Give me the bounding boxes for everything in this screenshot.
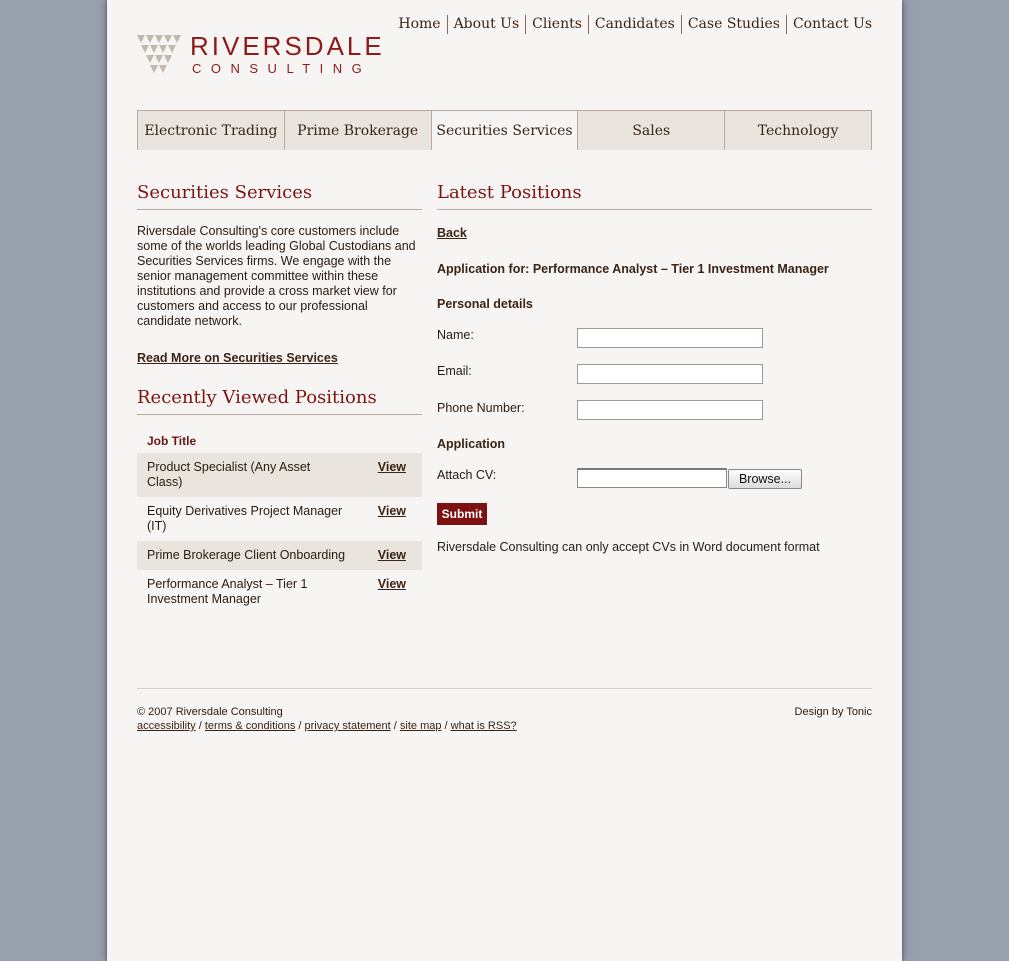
brand-subtitle: CONSULTING	[192, 61, 372, 76]
rss-link[interactable]: what is RSS?	[451, 720, 517, 732]
attach-cv-label: Attach CV:	[437, 468, 497, 482]
page-container: Home About Us Clients Candidates Case St…	[107, 0, 902, 961]
name-field[interactable]	[577, 328, 763, 348]
design-credit: Design by Tonic	[794, 706, 872, 718]
recent-positions-title: Recently Viewed Positions	[137, 387, 377, 408]
terms-link[interactable]: terms & conditions	[205, 720, 295, 732]
section-tabs: Electronic Trading Prime Brokerage Secur…	[137, 110, 872, 150]
browse-button[interactable]: Browse...	[728, 469, 802, 489]
view-link[interactable]: View	[378, 577, 406, 591]
tab-securities-services[interactable]: Securities Services	[431, 111, 579, 150]
left-column: Securities Services Riversdale Consultin…	[137, 182, 422, 614]
tab-prime-brokerage[interactable]: Prime Brokerage	[284, 111, 432, 150]
email-label: Email:	[437, 364, 472, 378]
position-title: Prime Brokerage Client Onboarding	[137, 541, 356, 570]
tab-technology[interactable]: Technology	[725, 111, 871, 150]
divider	[137, 414, 422, 415]
position-title: Equity Derivatives Project Manager (IT)	[147, 504, 343, 533]
copyright: © 2007 Riversdale Consulting	[137, 706, 283, 718]
logo-mark-icon	[137, 35, 181, 73]
nav-candidates-link[interactable]: Candidates	[589, 15, 681, 34]
position-title: Product Specialist (Any Asset Class)	[137, 453, 356, 497]
nav-home-link[interactable]: Home	[392, 15, 446, 34]
cv-file-field[interactable]	[577, 468, 727, 488]
submit-button[interactable]: Submit	[437, 503, 487, 525]
logo-wordmark: RIVERSDALE CONSULTING	[190, 33, 385, 77]
right-column: Latest Positions Back Application for: P…	[437, 182, 872, 554]
view-link[interactable]: View	[378, 548, 406, 562]
divider	[137, 209, 422, 210]
top-nav: Home About Us Clients Candidates Case St…	[392, 15, 872, 34]
table-row: Performance Analyst – Tier 1 Investment …	[137, 570, 422, 614]
recent-positions-table: Job Title Product Specialist (Any Asset …	[137, 429, 422, 614]
footer-links: accessibility / terms & conditions / pri…	[137, 720, 517, 732]
view-link[interactable]: View	[378, 460, 406, 474]
back-link[interactable]: Back	[437, 226, 467, 240]
table-row: Equity Derivatives Project Manager (IT) …	[137, 497, 422, 541]
nav-contact-link[interactable]: Contact Us	[787, 15, 872, 34]
site-map-link[interactable]: site map	[400, 720, 442, 732]
phone-field[interactable]	[577, 400, 763, 420]
name-label: Name:	[437, 328, 474, 342]
nav-clients-link[interactable]: Clients	[526, 15, 588, 34]
job-title-header: Job Title	[147, 434, 197, 448]
view-link[interactable]: View	[378, 504, 406, 518]
personal-details-heading: Personal details	[437, 297, 533, 311]
table-row: Prime Brokerage Client Onboarding View	[137, 541, 422, 570]
table-header-row: Job Title	[137, 429, 422, 453]
latest-positions-title: Latest Positions	[437, 182, 582, 203]
email-field[interactable]	[577, 364, 763, 384]
divider	[437, 209, 872, 210]
accessibility-link[interactable]: accessibility	[137, 720, 196, 732]
privacy-link[interactable]: privacy statement	[305, 720, 391, 732]
nav-about-link[interactable]: About Us	[448, 15, 526, 34]
read-more-link[interactable]: Read More on Securities Services	[137, 351, 338, 365]
tab-sales[interactable]: Sales	[578, 111, 726, 150]
phone-label: Phone Number:	[437, 401, 525, 415]
section-intro: Riversdale Consulting's core customers i…	[137, 224, 416, 328]
application-heading: Application	[437, 437, 506, 451]
table-row: Product Specialist (Any Asset Class) Vie…	[137, 453, 422, 497]
cv-format-note: Riversdale Consulting can only accept CV…	[437, 540, 820, 554]
section-title: Securities Services	[137, 182, 313, 203]
tab-electronic-trading[interactable]: Electronic Trading	[138, 111, 285, 150]
brand-name: RIVERSDALE	[190, 31, 385, 61]
footer: © 2007 Riversdale Consulting accessibili…	[137, 688, 872, 732]
nav-case-studies-link[interactable]: Case Studies	[682, 15, 786, 34]
brand-logo[interactable]: RIVERSDALE CONSULTING	[137, 33, 385, 77]
application-for-heading: Application for: Performance Analyst – T…	[437, 262, 829, 276]
position-title: Performance Analyst – Tier 1 Investment …	[147, 577, 308, 606]
